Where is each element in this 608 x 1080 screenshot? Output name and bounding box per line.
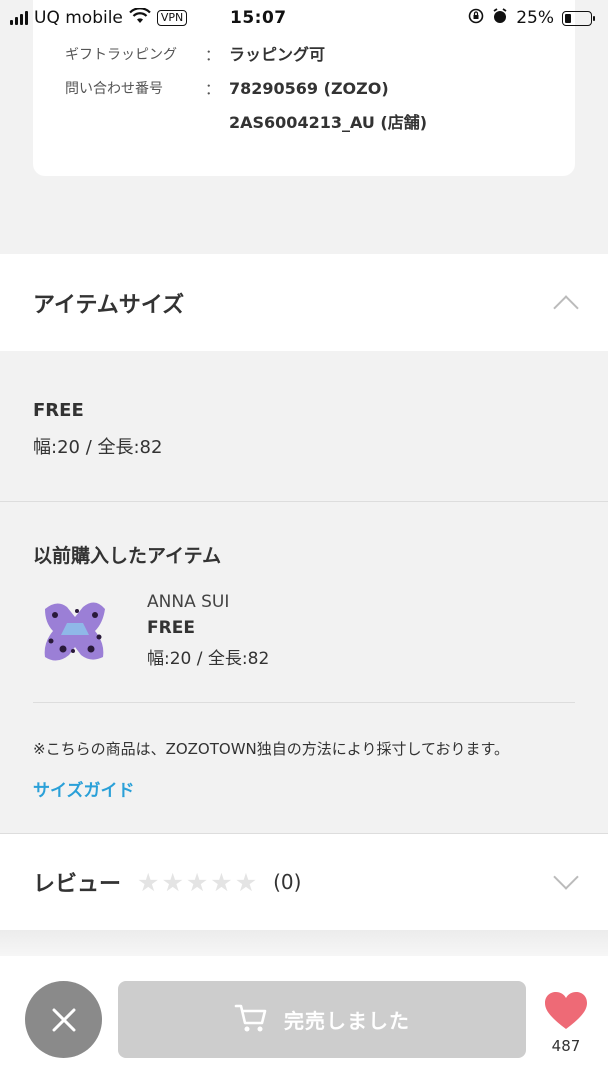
cart-icon <box>234 1003 268 1037</box>
gift-wrapping-row: ギフトラッピング ： ラッピング可 <box>65 38 575 72</box>
wifi-icon <box>129 6 151 29</box>
item-size-header[interactable]: アイテムサイズ <box>0 254 608 351</box>
vpn-badge: VPN <box>156 10 188 26</box>
product-page: ギフトラッピング ： ラッピング可 問い合わせ番号 ： 78290569 (ZO… <box>0 0 608 1080</box>
previous-item-brand: ANNA SUI <box>147 592 230 612</box>
item-size-body: FREE 幅:20 / 全長:82 以前購入したアイテム ANNA SUI FR… <box>0 351 608 833</box>
review-count: (0) <box>273 870 302 894</box>
previous-item-size: FREE <box>147 618 195 638</box>
measurement-note: ※こちらの商品は、ZOZOTOWN独自の方法により採寸しております。 <box>33 740 510 758</box>
inquiry-number-zozo: 78290569 (ZOZO) <box>229 79 389 98</box>
battery-icon <box>562 10 595 26</box>
favorite-count: 487 <box>551 1037 581 1055</box>
previous-item[interactable]: ANNA SUI FREE 幅:20 / 全長:82 <box>33 587 269 671</box>
close-button[interactable] <box>25 981 102 1058</box>
previous-items-title: 以前購入したアイテム <box>33 545 222 567</box>
item-size-title: アイテムサイズ <box>33 292 185 318</box>
inquiry-number-label: 問い合わせ番号 <box>65 81 163 97</box>
divider <box>33 702 575 703</box>
size-guide-link[interactable]: サイズガイド <box>33 776 135 801</box>
divider <box>0 501 608 502</box>
size-name: FREE <box>33 400 84 421</box>
carrier-name: UQ mobile <box>34 8 123 28</box>
sold-out-button[interactable]: 完売しました <box>118 981 526 1058</box>
inquiry-number-store: 2AS6004213_AU (店舗) <box>229 113 428 132</box>
star-icon: ★ <box>234 867 258 897</box>
battery-level <box>565 13 571 23</box>
size-dimensions: 幅:20 / 全長:82 <box>33 437 163 458</box>
clock: 15:07 <box>230 8 287 28</box>
star-icon: ★ <box>185 867 209 897</box>
star-icon: ★ <box>137 867 160 897</box>
separator: ： <box>205 46 221 64</box>
favorite-button[interactable]: 487 <box>540 991 592 1055</box>
bottom-action-bar: 完売しました 487 <box>0 956 608 1080</box>
star-icon: ★ <box>210 867 233 897</box>
chevron-down-icon <box>553 864 579 890</box>
battery-percent: 25% <box>516 8 554 28</box>
signal-icon <box>10 11 28 25</box>
rotation-lock-icon <box>468 8 484 29</box>
inquiry-number-row: 問い合わせ番号 ： 78290569 (ZOZO) <box>65 72 575 106</box>
chevron-up-icon <box>553 294 579 321</box>
rating-stars: ★ ★ ★ ★ ★ <box>137 868 257 897</box>
separator: ： <box>205 80 221 98</box>
bottom-shadow <box>0 930 608 956</box>
close-icon <box>52 1008 75 1031</box>
star-icon: ★ <box>161 867 184 897</box>
item-thumbnail[interactable] <box>33 587 117 671</box>
status-bar: UQ mobile VPN 15:07 25% <box>0 0 608 36</box>
previous-item-dimensions: 幅:20 / 全長:82 <box>147 649 270 669</box>
sold-out-label: 完売しました <box>284 1009 410 1033</box>
gift-wrapping-value: ラッピング可 <box>229 45 326 64</box>
inquiry-number-row-2: 2AS6004213_AU (店舗) <box>65 106 575 140</box>
alarm-icon <box>492 7 508 29</box>
review-header[interactable]: レビュー ★ ★ ★ ★ ★ (0) <box>0 834 608 930</box>
heart-icon <box>544 991 588 1035</box>
review-title: レビュー <box>33 872 122 897</box>
gift-wrapping-label: ギフトラッピング <box>65 47 177 63</box>
